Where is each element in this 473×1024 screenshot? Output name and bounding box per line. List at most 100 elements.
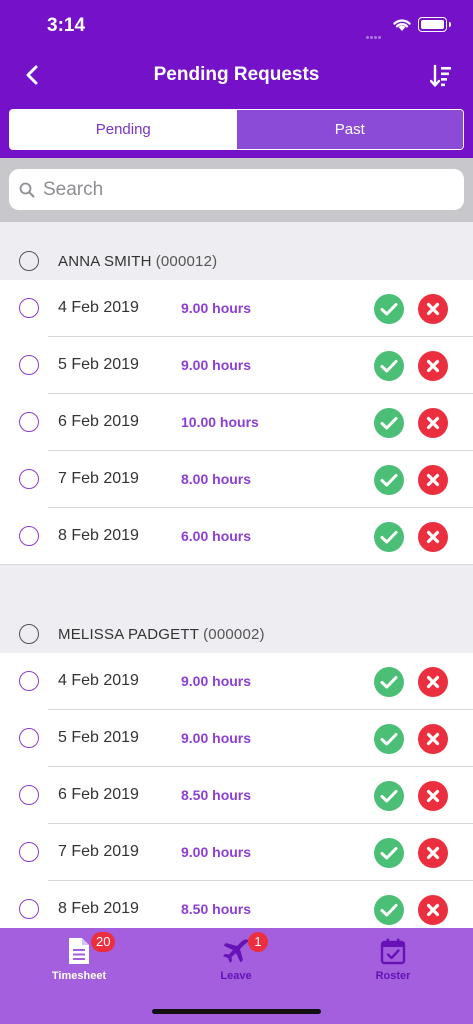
- list-item: 6 Feb 2019 10.00 hours: [0, 394, 473, 451]
- select-radio[interactable]: [19, 469, 39, 489]
- employee-name-text: MELISSA PADGETT: [58, 625, 200, 643]
- approve-button[interactable]: [374, 294, 404, 324]
- segment-pending[interactable]: Pending: [10, 110, 237, 149]
- select-radio[interactable]: [19, 526, 39, 546]
- reject-button[interactable]: [418, 408, 448, 438]
- reject-button[interactable]: [418, 895, 448, 925]
- select-radio[interactable]: [19, 728, 39, 748]
- request-hours: 9.00 hours: [181, 730, 252, 746]
- employee-code: (000012): [155, 252, 218, 270]
- request-hours: 9.00 hours: [181, 844, 252, 860]
- request-date: 4 Feb 2019: [58, 672, 139, 689]
- list-item: 4 Feb 2019 9.00 hours: [0, 280, 473, 337]
- request-date: 5 Feb 2019: [58, 356, 139, 373]
- page-title: Pending Requests: [153, 64, 320, 85]
- request-date: 8 Feb 2019: [58, 527, 139, 544]
- chevron-left-icon: [26, 65, 38, 85]
- group-header: MELISSA PADGETT (000002): [0, 615, 473, 653]
- request-date: 6 Feb 2019: [58, 786, 139, 803]
- list-item: 4 Feb 2019 9.00 hours: [0, 653, 473, 710]
- request-date: 8 Feb 2019: [58, 900, 139, 917]
- group-spacer: [0, 595, 473, 615]
- reject-button[interactable]: [418, 838, 448, 868]
- approve-button[interactable]: [374, 465, 404, 495]
- reject-button[interactable]: [418, 522, 448, 552]
- select-all-radio[interactable]: [19, 624, 39, 644]
- x-icon: [426, 473, 440, 487]
- approve-button[interactable]: [374, 351, 404, 381]
- select-radio[interactable]: [19, 842, 39, 862]
- sort-button[interactable]: [426, 60, 456, 92]
- x-icon: [426, 359, 440, 373]
- request-hours: 8.50 hours: [181, 787, 252, 803]
- list-item: 5 Feb 2019 9.00 hours: [0, 710, 473, 767]
- status-bar: 3:14: [0, 0, 473, 50]
- select-radio[interactable]: [19, 298, 39, 318]
- approve-button[interactable]: [374, 522, 404, 552]
- tab-roster[interactable]: Roster: [314, 928, 472, 988]
- request-date: 7 Feb 2019: [58, 843, 139, 860]
- home-indicator: [152, 1009, 321, 1014]
- tab-leave-label: Leave: [220, 970, 252, 982]
- list-item: 8 Feb 2019 6.00 hours: [0, 508, 473, 565]
- checkmark-icon: [380, 676, 398, 689]
- calendar-check-icon: [378, 936, 408, 966]
- request-hours: 8.00 hours: [181, 471, 252, 487]
- employee-code: (000002): [203, 625, 265, 643]
- checkmark-icon: [380, 474, 398, 487]
- tab-leave[interactable]: 1 Leave: [157, 928, 315, 988]
- employee-name-text: ANNA SMITH: [58, 252, 152, 270]
- checkmark-icon: [380, 790, 398, 803]
- request-hours: 8.50 hours: [181, 901, 252, 917]
- x-icon: [426, 675, 440, 689]
- x-icon: [426, 846, 440, 860]
- segmented-control: Pending Past: [9, 109, 464, 150]
- approve-button[interactable]: [374, 895, 404, 925]
- reject-button[interactable]: [418, 465, 448, 495]
- timesheet-badge: 20: [91, 932, 116, 952]
- approve-button[interactable]: [374, 724, 404, 754]
- request-date: 4 Feb 2019: [58, 299, 139, 316]
- employee-name: ANNA SMITH (000012): [58, 253, 217, 270]
- x-icon: [426, 530, 440, 544]
- checkmark-icon: [380, 733, 398, 746]
- leave-badge: 1: [248, 932, 268, 952]
- select-radio[interactable]: [19, 412, 39, 432]
- request-date: 7 Feb 2019: [58, 470, 139, 487]
- group-header: ANNA SMITH (000012): [0, 242, 473, 280]
- reject-button[interactable]: [418, 294, 448, 324]
- request-date: 5 Feb 2019: [58, 729, 139, 746]
- select-radio[interactable]: [19, 355, 39, 375]
- approve-button[interactable]: [374, 781, 404, 811]
- request-hours: 6.00 hours: [181, 528, 252, 544]
- select-radio[interactable]: [19, 899, 39, 919]
- reject-button[interactable]: [418, 781, 448, 811]
- select-all-radio[interactable]: [19, 251, 39, 271]
- employee-name: MELISSA PADGETT (000002): [58, 626, 265, 643]
- approve-button[interactable]: [374, 838, 404, 868]
- cellular-signal-icon: [366, 26, 386, 39]
- tab-timesheet[interactable]: 20 Timesheet: [0, 928, 158, 988]
- segment-past[interactable]: Past: [236, 110, 463, 149]
- tab-timesheet-label: Timesheet: [51, 970, 107, 982]
- checkmark-icon: [380, 847, 398, 860]
- reject-button[interactable]: [418, 724, 448, 754]
- checkmark-icon: [380, 904, 398, 917]
- checkmark-icon: [380, 303, 398, 316]
- search-input[interactable]: [43, 178, 443, 201]
- reject-button[interactable]: [418, 667, 448, 697]
- select-radio[interactable]: [19, 785, 39, 805]
- group-spacer: [0, 565, 473, 595]
- select-radio[interactable]: [19, 671, 39, 691]
- checkmark-icon: [380, 531, 398, 544]
- request-hours: 9.00 hours: [181, 673, 252, 689]
- reject-button[interactable]: [418, 351, 448, 381]
- status-time: 3:14: [47, 15, 86, 36]
- back-button[interactable]: [18, 60, 46, 90]
- document-icon: [64, 936, 94, 966]
- search-box[interactable]: [9, 169, 464, 210]
- header: 3:14 Pending Requests Pending Past: [0, 0, 473, 158]
- airplane-icon: [221, 936, 251, 966]
- approve-button[interactable]: [374, 667, 404, 697]
- approve-button[interactable]: [374, 408, 404, 438]
